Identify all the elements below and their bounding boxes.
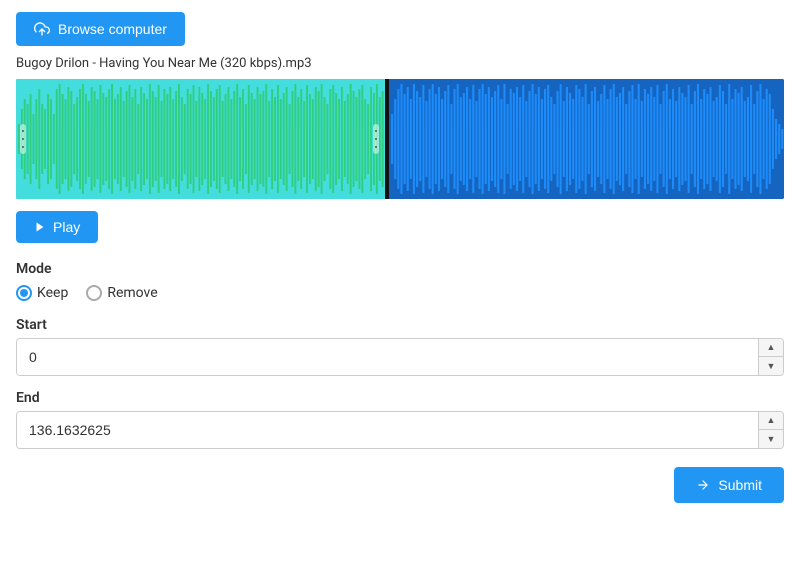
start-spinner-down[interactable]: ▼: [759, 357, 783, 375]
play-icon: [34, 221, 46, 233]
mode-radio-group: Keep Remove: [16, 285, 784, 301]
mode-keep-option[interactable]: Keep: [16, 285, 68, 301]
arrow-right-icon: [696, 478, 710, 492]
file-name: Bugoy Drilon - Having You Near Me (320 k…: [16, 56, 784, 71]
end-label: End: [16, 390, 784, 406]
waveform-right-handle[interactable]: [373, 124, 379, 154]
end-spinner-down[interactable]: ▼: [759, 430, 783, 448]
waveform-display: [16, 79, 784, 199]
end-spinner: ▲ ▼: [758, 412, 783, 448]
waveform-left-handle[interactable]: [20, 124, 26, 154]
waveform-unselected-svg: [389, 79, 784, 199]
end-input[interactable]: [17, 412, 758, 448]
remove-radio-button[interactable]: [86, 285, 102, 301]
play-button[interactable]: Play: [16, 211, 98, 243]
start-label: Start: [16, 317, 784, 333]
waveform-selected-region: [16, 79, 385, 199]
bottom-row: Submit: [16, 463, 784, 503]
waveform-divider: [385, 79, 389, 199]
waveform-unselected-region: [389, 79, 784, 199]
start-spinner-up[interactable]: ▲: [759, 339, 783, 357]
submit-button[interactable]: Submit: [674, 467, 784, 503]
start-input-wrapper: ▲ ▼: [16, 338, 784, 376]
end-section: End ▲ ▼: [16, 390, 784, 449]
mode-section: Mode Keep Remove: [16, 261, 784, 301]
start-section: Start ▲ ▼: [16, 317, 784, 376]
start-input[interactable]: [17, 339, 758, 375]
start-spinner: ▲ ▼: [758, 339, 783, 375]
end-input-wrapper: ▲ ▼: [16, 411, 784, 449]
end-spinner-up[interactable]: ▲: [759, 412, 783, 430]
browse-computer-button[interactable]: Browse computer: [16, 12, 185, 46]
mode-remove-option[interactable]: Remove: [86, 285, 157, 301]
keep-radio-button[interactable]: [16, 285, 32, 301]
waveform-selected-svg: [16, 79, 385, 199]
mode-label: Mode: [16, 261, 784, 277]
upload-cloud-icon: [34, 21, 50, 37]
